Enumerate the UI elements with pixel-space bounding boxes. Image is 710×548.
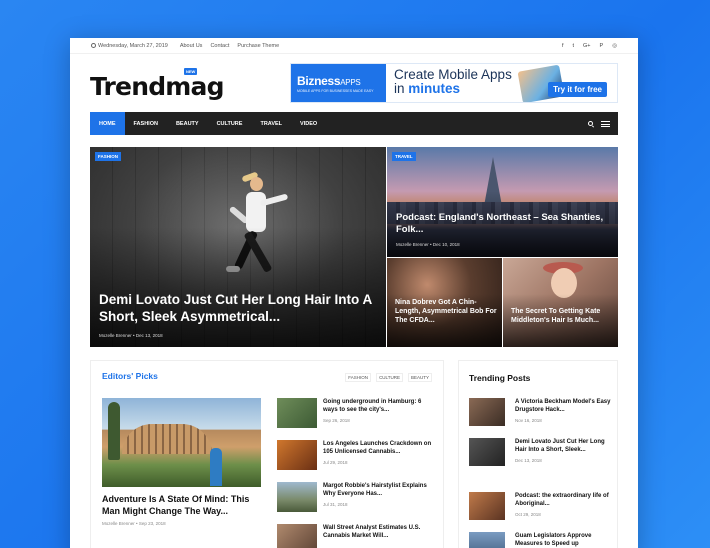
list-item-date: Jul 29, 2018 bbox=[323, 460, 348, 465]
site-header: Trendmag NEW BiznessAPPS MOBILE APPS FOR… bbox=[70, 54, 638, 112]
editors-main-meta: Mozelle Brenner • Sep 23, 2018 bbox=[102, 521, 166, 526]
category-tag[interactable]: TRAVEL bbox=[392, 152, 416, 161]
banner-line2-highlight: minutes bbox=[408, 81, 461, 97]
list-item-title[interactable]: Margot Robbie's Hairstylist Explains Why… bbox=[323, 483, 435, 499]
list-item[interactable]: Guam Legislators Approve Measures to Spe… bbox=[469, 532, 614, 548]
search-icon[interactable] bbox=[588, 121, 593, 126]
featured-post-3[interactable]: Nina Dobrev Got A Chin-Length, Asymmetri… bbox=[387, 258, 502, 347]
banner-tagline: MOBILE APPS FOR BUSINESSES MADE EASY bbox=[297, 88, 374, 93]
try-free-button[interactable]: Try it for free bbox=[548, 82, 607, 97]
featured-title[interactable]: Demi Lovato Just Cut Her Long Hair Into … bbox=[99, 292, 379, 326]
list-item-date: Dec 13, 2018 bbox=[515, 458, 542, 463]
clock-icon bbox=[91, 43, 96, 48]
instagram-icon[interactable]: ◎ bbox=[612, 43, 617, 49]
banner-line2-prefix: in bbox=[394, 81, 405, 97]
list-item-date: Nov 16, 2018 bbox=[515, 418, 542, 423]
nav-travel[interactable]: TRAVEL bbox=[251, 112, 291, 135]
top-bar: Wednesday, March 27, 2019 About Us Conta… bbox=[70, 38, 638, 54]
banner-brand-suffix: APPS bbox=[340, 77, 361, 87]
list-item[interactable]: Podcast: the extraordinary life of Abori… bbox=[469, 492, 614, 522]
featured-title[interactable]: Nina Dobrev Got A Chin-Length, Asymmetri… bbox=[395, 299, 497, 325]
ad-banner[interactable]: BiznessAPPS MOBILE APPS FOR BUSINESSES M… bbox=[290, 63, 618, 103]
category-tag[interactable]: FASHION bbox=[95, 152, 122, 161]
nav-icons bbox=[588, 120, 618, 127]
list-item-date: Jul 31, 2018 bbox=[323, 502, 348, 507]
thumbnail bbox=[277, 524, 317, 548]
banner-brand-block: BiznessAPPS MOBILE APPS FOR BUSINESSES M… bbox=[291, 64, 386, 102]
nav-video[interactable]: VIDEO bbox=[291, 112, 326, 135]
list-item[interactable]: A Victoria Beckham Model's Easy Drugstor… bbox=[469, 398, 614, 428]
thumbnail bbox=[277, 398, 317, 428]
list-item-date: Sep 26, 2018 bbox=[323, 418, 350, 423]
facebook-icon[interactable]: f bbox=[562, 43, 564, 49]
top-date: Wednesday, March 27, 2019 bbox=[98, 42, 168, 49]
featured-title[interactable]: The Secret To Getting Kate Middleton's H… bbox=[511, 308, 613, 326]
banner-brand-name: Bizness bbox=[297, 73, 341, 88]
editors-picks-title: Editors' Picks bbox=[102, 371, 158, 381]
editors-main-image[interactable] bbox=[102, 398, 261, 487]
thumbnail bbox=[469, 398, 505, 426]
list-item-title[interactable]: Wall Street Analyst Estimates U.S. Canna… bbox=[323, 525, 435, 541]
banner-brand: BiznessAPPS bbox=[297, 74, 380, 88]
list-item-title[interactable]: Podcast: the extraordinary life of Abori… bbox=[515, 493, 615, 509]
main-nav: HOME FASHION BEAUTY CULTURE TRAVEL VIDEO bbox=[90, 112, 618, 135]
banner-line1: Create Mobile Apps bbox=[394, 67, 512, 82]
nav-beauty[interactable]: BEAUTY bbox=[167, 112, 208, 135]
featured-meta: Mozelle Brenner • Dec 10, 2018 bbox=[396, 242, 460, 247]
editors-main-title[interactable]: Adventure Is A State Of Mind: This Man M… bbox=[102, 494, 262, 517]
list-item[interactable]: Wall Street Analyst Estimates U.S. Canna… bbox=[277, 524, 437, 548]
list-item-date: Oct 29, 2018 bbox=[515, 512, 541, 517]
filter-beauty[interactable]: BEAUTY bbox=[407, 373, 432, 382]
nav-home[interactable]: HOME bbox=[90, 112, 125, 135]
pinterest-icon[interactable]: P bbox=[600, 43, 604, 49]
link-purchase-theme[interactable]: Purchase Theme bbox=[237, 43, 279, 49]
filter-fashion[interactable]: FASHION bbox=[345, 373, 372, 382]
thumbnail bbox=[277, 482, 317, 512]
logo-new-badge: NEW bbox=[184, 68, 198, 75]
list-item[interactable]: Margot Robbie's Hairstylist Explains Why… bbox=[277, 482, 437, 512]
social-links: f t G+ P ◎ bbox=[562, 43, 617, 49]
banner-headline: Create Mobile Apps in minutes bbox=[386, 64, 520, 102]
trending-title: Trending Posts bbox=[469, 373, 531, 383]
site-logo[interactable]: Trendmag bbox=[90, 72, 225, 101]
list-item-title[interactable]: Going underground in Hamburg: 6 ways to … bbox=[323, 399, 435, 415]
link-about-us[interactable]: About Us bbox=[180, 43, 203, 49]
list-item-title[interactable]: Demi Lovato Just Cut Her Long Hair Into … bbox=[515, 439, 615, 455]
list-item[interactable]: Demi Lovato Just Cut Her Long Hair Into … bbox=[469, 438, 614, 468]
editors-filters: FASHION CULTURE BEAUTY bbox=[345, 373, 432, 382]
menu-icon[interactable] bbox=[601, 120, 610, 127]
website-card: Wednesday, March 27, 2019 About Us Conta… bbox=[70, 38, 638, 548]
twitter-icon[interactable]: t bbox=[572, 43, 574, 49]
thumbnail bbox=[277, 440, 317, 470]
nav-fashion[interactable]: FASHION bbox=[125, 112, 167, 135]
featured-meta: Mozelle Brenner • Dec 13, 2018 bbox=[99, 333, 163, 338]
image-overlay bbox=[90, 227, 386, 347]
link-contact[interactable]: Contact bbox=[210, 43, 229, 49]
list-item[interactable]: Los Angeles Launches Crackdown on 105 Un… bbox=[277, 440, 437, 470]
list-item-title[interactable]: A Victoria Beckham Model's Easy Drugstor… bbox=[515, 399, 615, 415]
featured-post-2[interactable]: TRAVEL Podcast: England's Northeast – Se… bbox=[387, 147, 618, 257]
featured-post-4[interactable]: The Secret To Getting Kate Middleton's H… bbox=[503, 258, 618, 347]
filter-culture[interactable]: CULTURE bbox=[376, 373, 403, 382]
thumbnail bbox=[469, 532, 505, 548]
trending-posts-section: Trending Posts A Victoria Beckham Model'… bbox=[458, 360, 618, 548]
thumbnail bbox=[469, 492, 505, 520]
list-item-title[interactable]: Guam Legislators Approve Measures to Spe… bbox=[515, 533, 615, 548]
nav-culture[interactable]: CULTURE bbox=[208, 112, 252, 135]
featured-title[interactable]: Podcast: England's Northeast – Sea Shant… bbox=[396, 212, 611, 236]
thumbnail bbox=[469, 438, 505, 466]
editors-picks-section: Editors' Picks FASHION CULTURE BEAUTY Ad… bbox=[90, 360, 444, 548]
list-item[interactable]: Going underground in Hamburg: 6 ways to … bbox=[277, 398, 437, 428]
banner-line2: in minutes bbox=[394, 82, 512, 96]
google-plus-icon[interactable]: G+ bbox=[583, 43, 591, 49]
list-item-title[interactable]: Los Angeles Launches Crackdown on 105 Un… bbox=[323, 441, 435, 457]
featured-post-1[interactable]: FASHION Demi Lovato Just Cut Her Long Ha… bbox=[90, 147, 386, 347]
